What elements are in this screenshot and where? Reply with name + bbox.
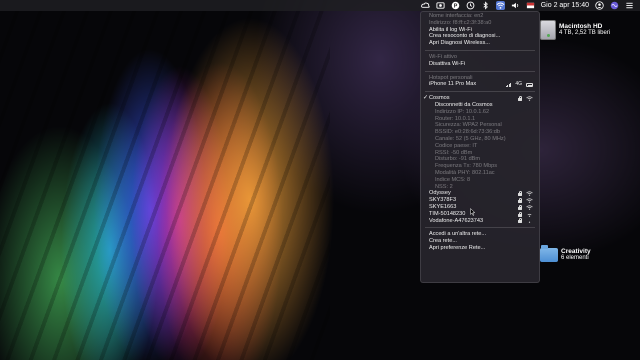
disconnect-network-item[interactable]: Disconnetti da Cosmos xyxy=(421,102,539,109)
menu-separator xyxy=(425,227,535,229)
disable-wifi-item[interactable]: Disattiva Wi-Fi xyxy=(421,61,539,68)
desktop-item-macintosh-hd[interactable]: Macintosh HD 4 TB, 2,52 TB liberi xyxy=(540,20,610,40)
folder-icon xyxy=(540,245,558,262)
enable-wifi-logs-item[interactable]: Abilita il log Wi-Fi xyxy=(421,27,539,34)
siri-icon[interactable] xyxy=(610,1,619,10)
network-item-sky378f3[interactable]: SKY378F3 xyxy=(421,197,539,204)
desktop-wallpaper xyxy=(0,0,640,360)
menu-separator xyxy=(425,91,535,93)
create-diagnostics-report-item[interactable]: Crea resoconto di diagnosi... xyxy=(421,33,539,40)
flag-icon[interactable] xyxy=(526,1,535,10)
desktop-item-creativity-folder[interactable]: Creativity 6 elementi xyxy=(540,245,591,262)
drive-info: 4 TB, 2,52 TB liberi xyxy=(559,30,611,36)
wifi-signal-icon xyxy=(526,218,533,224)
hotspot-name: iPhone 11 Pro Max xyxy=(429,81,477,88)
network-detail-line: Frequenza Tx: 780 Mbps xyxy=(435,163,498,170)
interface-name-info: Nome interfaccia: en2 xyxy=(429,13,484,19)
network-detail-line: Router: 10.0.1.1 xyxy=(435,115,476,122)
lock-icon xyxy=(518,211,522,217)
hotspot-network-type: 4G xyxy=(515,81,522,88)
mac-address-info: Indirizzo: f8:ff:c2:3f:38:a0 xyxy=(429,19,492,26)
network-name: SKY378F3 xyxy=(429,197,457,204)
create-network-item[interactable]: Crea rete... xyxy=(421,238,539,245)
network-name: Cosmos xyxy=(429,95,450,102)
network-name: SKYE1663 xyxy=(429,203,457,210)
time-machine-icon[interactable] xyxy=(466,1,475,10)
lock-icon xyxy=(518,218,522,224)
folder-name: Creativity xyxy=(561,248,591,255)
p-app-icon[interactable]: P xyxy=(451,1,460,10)
drive-name: Macintosh HD xyxy=(559,23,603,30)
wifi-dropdown-menu: Nome interfaccia: en2 Indirizzo: f8:ff:c… xyxy=(420,11,540,283)
lock-icon xyxy=(518,191,522,197)
wifi-status-label: Wi-Fi attivo xyxy=(429,53,457,60)
battery-icon xyxy=(526,83,533,87)
lock-icon xyxy=(518,198,522,204)
wifi-signal-icon xyxy=(526,212,533,217)
network-detail-line: Modalità PHY: 802.11ac xyxy=(435,169,495,176)
wifi-signal-icon xyxy=(526,96,533,101)
lock-icon xyxy=(518,96,522,102)
svg-text:P: P xyxy=(453,3,457,9)
wifi-signal-icon xyxy=(526,191,533,197)
menu-separator xyxy=(425,70,535,72)
creative-cloud-icon[interactable] xyxy=(420,1,430,10)
wifi-signal-icon xyxy=(526,198,533,203)
open-network-preferences-item[interactable]: Apri preferenze Rete... xyxy=(421,245,539,252)
network-name: TIM-50148230 xyxy=(429,210,466,217)
mouse-cursor-icon xyxy=(470,208,475,216)
network-detail-line: Sicurezza: WPA2 Personal xyxy=(435,122,502,129)
bluetooth-icon[interactable] xyxy=(481,1,490,10)
network-detail-line: Indirizzo IP: 10.0.1.62 xyxy=(435,108,490,115)
network-detail-line: Codice paese: IT xyxy=(435,142,478,149)
checkmark-icon: ✓ xyxy=(423,95,429,102)
network-detail-line: RSSI: -50 dBm xyxy=(435,149,473,156)
menu-bar: P Gio 2 apr 15:40 xyxy=(0,0,640,11)
menubar-clock[interactable]: Gio 2 apr 15:40 xyxy=(541,2,589,9)
notification-center-icon[interactable] xyxy=(625,1,634,10)
network-item-odyssey[interactable]: Odyssey xyxy=(421,190,539,197)
wifi-menu-icon[interactable] xyxy=(495,1,505,10)
network-item-skye1663[interactable]: SKYE1663 xyxy=(421,204,539,211)
hard-drive-icon xyxy=(540,20,556,40)
menu-separator xyxy=(425,49,535,51)
network-item-cosmos-connected[interactable]: ✓ Cosmos xyxy=(421,95,539,102)
network-item-tim-50148230[interactable]: TIM-50148230 xyxy=(421,211,539,218)
join-other-network-item[interactable]: Accedi a un'altra rete... xyxy=(421,231,539,238)
network-item-vodafone-a47623743[interactable]: Vodafone-A47623743 xyxy=(421,218,539,225)
personal-hotspots-header: Hotspot personali xyxy=(429,74,473,81)
volume-icon[interactable] xyxy=(511,1,520,10)
wifi-signal-icon xyxy=(526,205,533,210)
network-detail-line: Canale: 52 (5 GHz, 80 MHz) xyxy=(435,135,506,142)
hotspot-item-iphone[interactable]: iPhone 11 Pro Max 4G xyxy=(421,81,539,88)
network-name: Vodafone-A47623743 xyxy=(429,217,484,224)
network-name: Odyssey xyxy=(429,190,451,197)
lock-icon xyxy=(518,204,522,210)
network-detail-line: Disturbo: -91 dBm xyxy=(435,156,481,163)
screen-capture-icon[interactable] xyxy=(436,1,445,10)
network-detail-line: Indice MCS: 8 xyxy=(435,176,471,183)
user-icon[interactable] xyxy=(595,1,604,10)
network-detail-line: NSS: 2 xyxy=(435,183,453,190)
open-wireless-diagnostics-item[interactable]: Apri Diagnosi Wireless... xyxy=(421,40,539,47)
network-detail-line: BSSID: e0:28:6d:73:36:db xyxy=(435,129,500,136)
cellular-signal-icon xyxy=(505,82,512,88)
folder-info: 6 elementi xyxy=(561,255,589,261)
